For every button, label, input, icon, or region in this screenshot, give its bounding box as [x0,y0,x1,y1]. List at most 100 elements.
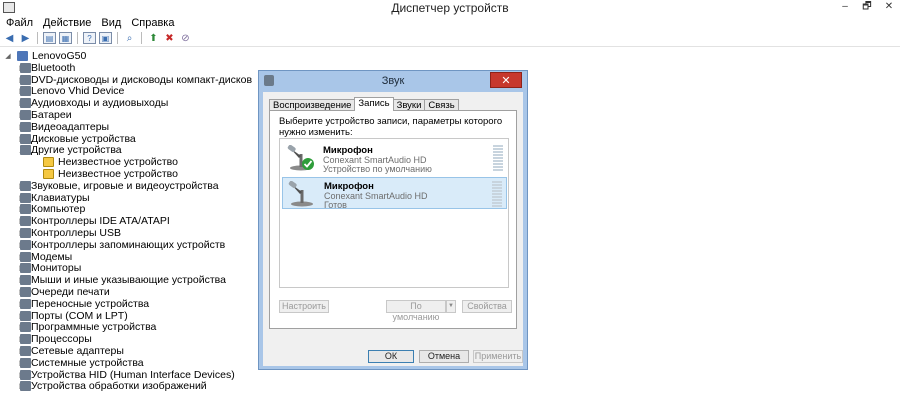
tree-item-label: Мониторы [31,262,82,275]
recording-device-list[interactable]: Микрофон Conexant SmartAudio HD Устройст… [279,138,509,288]
minimize-icon[interactable]: – [834,0,856,16]
device-category-icon [20,86,31,97]
tree-item[interactable]: ▷Контроллеры USB [18,227,121,239]
device-category-icon [20,298,31,309]
set-default-dropdown-arrow-icon[interactable]: ▼ [446,300,456,313]
device-category-icon [20,180,31,191]
tree-item[interactable]: ▷Сетевые адаптеры [18,345,124,357]
tree-item-label: Lenovo Vhid Device [31,85,125,98]
tree-item-label: Неизвестное устройство [58,168,178,180]
tree-item[interactable]: ▷DVD-дисководы и дисководы компакт-диско… [18,74,252,86]
device-category-icon [20,121,31,132]
tree-item-label: Компьютер [31,203,86,216]
tree-item[interactable]: ▷Порты (COM и LPT) [18,309,128,322]
cancel-button[interactable]: Отмена [419,350,469,363]
device-category-icon [20,369,31,380]
device-category-icon [20,62,31,73]
level-meter [492,181,502,207]
tree-item-label: Устройства обработки изображений [31,380,207,393]
set-default-button[interactable]: По умолчанию [386,300,446,322]
tree-item-label: Неизвестное устройство [58,156,178,169]
tree-item[interactable]: ▷Устройства HID (Human Interface Devices… [18,369,234,381]
tree-item-label: Дисковые устройства [31,132,136,145]
menu-action[interactable]: Действие [43,16,91,30]
tree-item[interactable]: ▷Lenovo Vhid Device [18,85,124,97]
device-category-icon [20,322,31,333]
list-item[interactable]: Микрофон Conexant SmartAudio HD Готов [282,177,507,210]
tree-item[interactable]: ▷Устройства обработки изображений [18,380,207,393]
tree-item[interactable]: ▷Звуковые, игровые и видеоустройства [18,180,218,192]
tree-item-label: Контроллеры запоминающих устройств [31,238,226,251]
tree-item[interactable]: ▷Программные устройства [18,321,156,333]
window-title: Диспетчер устройств [391,1,509,15]
device-category-icon [20,381,31,392]
tree-item[interactable]: ▷Батареи [18,109,72,121]
tree-item[interactable]: ▷Модемы [18,251,72,263]
tree-item[interactable]: ▷Bluetooth [18,62,75,74]
tree-item[interactable]: ▷Мониторы [18,262,81,274]
device-category-icon [20,275,31,286]
forward-icon[interactable]: ▶ [19,32,32,44]
restore-icon[interactable]: 🗗 [856,0,878,16]
tree-item[interactable]: ▷Клавиатуры [18,192,89,204]
update-driver-icon[interactable]: ⬆ [147,32,160,44]
disable-icon[interactable]: ⊘ [179,32,192,44]
tree-item-label: DVD-дисководы и дисководы компакт-дисков [31,73,253,86]
device-category-icon [20,251,31,262]
properties-icon[interactable]: ▤ [43,32,56,44]
close-icon[interactable]: ✕ [878,0,900,16]
tree-item-label: Видеоадаптеры [31,120,110,133]
tree-item[interactable]: ▷Видеоадаптеры [18,121,109,133]
tree-item-label: Очереди печати [31,286,110,298]
warning-device-icon [43,157,54,168]
properties-button[interactable]: Свойства [462,300,512,313]
tree-item[interactable]: ▷Контроллеры IDE ATA/ATAPI [18,215,170,227]
configure-button[interactable]: Настроить [279,300,329,313]
tree-root[interactable]: ◢ LenovoG50 [4,50,86,62]
device-category-icon [20,357,31,368]
list-item[interactable]: Микрофон Conexant SmartAudio HD Устройст… [282,142,507,174]
tree-item[interactable]: ▷Процессоры [18,333,92,345]
device-list-icon[interactable]: ▦ [59,32,72,44]
ok-button[interactable]: ОК [368,350,414,363]
tree-item-label: Батареи [31,109,72,121]
toolbar: ◀ ▶ ▤ ▦ ? ▣ ⌕ ⬆ ✖ ⊘ [0,30,900,46]
help-icon[interactable]: ? [83,32,96,44]
menu-help[interactable]: Справка [131,16,174,30]
device-category-icon [20,192,31,203]
tree-item[interactable]: ▷Компьютер [18,203,85,215]
dialog-close-button[interactable]: ✕ [490,72,522,88]
uninstall-icon[interactable]: ✖ [163,32,176,44]
collapse-arrow-icon[interactable]: ◢ [4,52,12,60]
tree-item-label: Контроллеры USB [31,227,121,239]
tree-item[interactable]: ▷Переносные устройства [18,298,149,310]
tree-item[interactable]: ▷Очереди печати [18,286,110,298]
level-meter [493,145,503,171]
device-category-icon [20,145,31,156]
tree-item-label: Порты (COM и LPT) [31,309,128,322]
view-icon[interactable]: ▣ [99,32,112,44]
tree-item[interactable]: ▷Мыши и иные указывающие устройства [18,274,226,286]
microphone-icon [287,145,314,171]
tree-item-label: Мыши и иные указывающие устройства [31,274,226,287]
menu-view[interactable]: Вид [101,16,121,30]
tree-item[interactable]: ▷Системные устройства [18,357,143,369]
tree-item-label: Сетевые адаптеры [31,345,124,357]
apply-button[interactable]: Применить [473,350,523,363]
menu-file[interactable]: Файл [6,16,33,30]
toolbar-divider [0,46,900,47]
tab-strip: Воспроизведение Запись Звуки Связь [269,97,459,111]
tree-item[interactable]: ◢Другие устройства [18,144,121,156]
tree-item-label: Модемы [31,250,73,263]
scan-hardware-icon[interactable]: ⌕ [123,32,136,44]
tree-item[interactable]: ▷Контроллеры запоминающих устройств [18,239,225,251]
tree-item[interactable]: ▷Аудиовходы и аудиовыходы [18,97,168,109]
device-status: Готов [324,200,347,210]
tree-item[interactable]: Неизвестное устройство [30,168,178,180]
menu-bar: Файл Действие Вид Справка [0,16,900,30]
tab-recording[interactable]: Запись [354,97,394,111]
back-icon[interactable]: ◀ [3,32,16,44]
tree-item-label: Переносные устройства [31,297,150,310]
tree-item[interactable]: ▷Дисковые устройства [18,132,136,145]
tree-item[interactable]: Неизвестное устройство [30,156,178,168]
